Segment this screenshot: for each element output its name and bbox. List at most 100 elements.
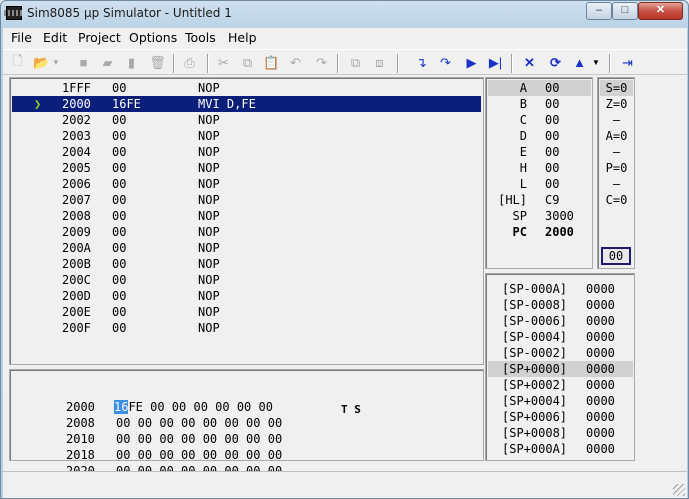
assemble-icon[interactable]: ▲ bbox=[571, 54, 588, 71]
code-row[interactable]: 2005 00 NOP bbox=[12, 160, 481, 176]
close-button[interactable]: ✕ bbox=[638, 2, 683, 20]
register-row-a[interactable]: A 00 bbox=[488, 80, 591, 96]
stack-row-current[interactable]: [SP+0000] 0000 bbox=[488, 361, 633, 377]
code-row[interactable]: 2002 00 NOP bbox=[12, 112, 481, 128]
menu-options[interactable]: Options bbox=[129, 30, 177, 45]
memory-row[interactable]: 2008 00 00 00 00 00 00 00 00 bbox=[12, 415, 481, 431]
delete-icon[interactable]: 🗑 bbox=[149, 54, 166, 71]
code-row[interactable]: 200F 00 NOP bbox=[12, 320, 481, 336]
register-row-hl[interactable]: [HL] C9 bbox=[488, 192, 591, 208]
stack-row[interactable]: [SP+000A] 0000 bbox=[488, 441, 633, 457]
stack-offset: [SP-0008] bbox=[502, 298, 568, 312]
copy-file-icon[interactable]: ▮ bbox=[123, 54, 140, 71]
code-row[interactable]: 2009 00 NOP bbox=[12, 224, 481, 240]
flag-carry[interactable]: C=0 bbox=[600, 192, 633, 208]
exit-icon[interactable]: ⇥ bbox=[619, 54, 636, 71]
register-row-e[interactable]: E 00 bbox=[488, 144, 591, 160]
code-row[interactable]: 200A 00 NOP bbox=[12, 240, 481, 256]
flag-sign[interactable]: S=0 bbox=[600, 80, 633, 96]
maximize-button[interactable]: □ bbox=[612, 2, 638, 20]
flag-zero[interactable]: Z=0 bbox=[600, 96, 633, 112]
stack-row[interactable]: [SP-0004] 0000 bbox=[488, 329, 633, 345]
code-row-selected[interactable]: ❯ 2000 16FE MVI D,FE bbox=[12, 96, 481, 112]
stack-row[interactable]: [SP+0004] 0000 bbox=[488, 393, 633, 409]
code-row[interactable]: 200D 00 NOP bbox=[12, 288, 481, 304]
flags-byte-value[interactable]: 00 bbox=[601, 247, 631, 265]
code-row[interactable]: 1FFF 00 NOP bbox=[12, 80, 481, 96]
step-into-icon[interactable]: ↴ bbox=[413, 54, 430, 71]
stack-row[interactable]: [SP+0006] 0000 bbox=[488, 409, 633, 425]
register-row-b[interactable]: B 00 bbox=[488, 96, 591, 112]
new-icon[interactable]: 🗋 bbox=[9, 53, 26, 71]
stack-row[interactable]: [SP-0002] 0000 bbox=[488, 345, 633, 361]
stack-row[interactable]: [SP+0008] 0000 bbox=[488, 425, 633, 441]
register-row-pc[interactable]: PC 2000 bbox=[488, 224, 591, 240]
code-row[interactable]: 2003 00 NOP bbox=[12, 128, 481, 144]
register-value: 00 bbox=[545, 145, 560, 159]
register-value: 00 bbox=[545, 97, 560, 111]
run-to-cursor-icon[interactable]: ▶| bbox=[487, 54, 504, 71]
memory-row[interactable]: 2000 16FE 00 00 00 00 00 00 bbox=[12, 399, 481, 415]
code-row[interactable]: 2007 00 NOP bbox=[12, 192, 481, 208]
stack-offset: [SP-0004] bbox=[502, 330, 568, 344]
run-icon[interactable]: ▶ bbox=[463, 54, 480, 71]
stack-row[interactable]: [SP-0006] 0000 bbox=[488, 313, 633, 329]
memory-cursor-byte[interactable]: 16 bbox=[114, 400, 129, 414]
title-bar[interactable]: Sim8085 μp Simulator - Untitled 1 – □ ✕ bbox=[1, 1, 688, 27]
paste-icon[interactable]: 📋 bbox=[263, 54, 280, 71]
toolbar-separator bbox=[397, 54, 399, 73]
copy-icon[interactable]: ⧉ bbox=[239, 54, 256, 71]
flag-aux-carry[interactable]: A=0 bbox=[600, 128, 633, 144]
register-row-sp[interactable]: SP 3000 bbox=[488, 208, 591, 224]
print-icon[interactable]: ⎙ bbox=[181, 54, 198, 71]
menu-tools[interactable]: Tools bbox=[185, 30, 216, 45]
stack-offset: [SP+0002] bbox=[502, 378, 568, 392]
find-icon[interactable]: ⧉ bbox=[347, 54, 364, 71]
open-icon[interactable]: 📂 bbox=[33, 54, 50, 71]
ts-label: T S bbox=[341, 403, 361, 416]
code-row[interactable]: 2004 00 NOP bbox=[12, 144, 481, 160]
code-row[interactable]: 200C 00 NOP bbox=[12, 272, 481, 288]
register-name: B bbox=[519, 97, 527, 111]
memory-row[interactable]: 2010 00 00 00 00 00 00 00 00 bbox=[12, 431, 481, 447]
menu-project[interactable]: Project bbox=[78, 30, 121, 45]
code-listing[interactable]: 1FFF 00 NOP ❯ 2000 16FE MVI D,FE 2002 00 NOP 20… bbox=[9, 77, 484, 365]
flag-parity[interactable]: P=0 bbox=[600, 160, 633, 176]
code-row[interactable]: 200E 00 NOP bbox=[12, 304, 481, 320]
stack-value: 0000 bbox=[586, 410, 615, 424]
stack-value: 0000 bbox=[586, 362, 615, 376]
minimize-button[interactable]: – bbox=[586, 2, 612, 20]
memory-dump[interactable]: 2000 16FE 00 00 00 00 00 00 2008 00 00 00 … bbox=[9, 369, 484, 478]
redo-icon[interactable]: ↷ bbox=[313, 54, 330, 71]
chevron-down-icon[interactable]: ▼ bbox=[51, 54, 61, 71]
menu-help[interactable]: Help bbox=[228, 30, 257, 45]
reset-icon[interactable]: ⟳ bbox=[547, 54, 564, 71]
chip-icon[interactable] bbox=[4, 6, 24, 20]
code-address: 2007 bbox=[62, 193, 91, 207]
resize-grip-icon[interactable] bbox=[673, 484, 685, 496]
stop-icon[interactable]: ✕ bbox=[521, 54, 538, 71]
code-row[interactable]: 2008 00 NOP bbox=[12, 208, 481, 224]
memory-row[interactable]: 2018 00 00 00 00 00 00 00 00 bbox=[12, 447, 481, 463]
save-all-icon[interactable]: ▰ bbox=[99, 54, 116, 71]
code-row[interactable]: 2006 00 NOP bbox=[12, 176, 481, 192]
save-icon[interactable]: ■ bbox=[75, 54, 92, 71]
register-row-l[interactable]: L 00 bbox=[488, 176, 591, 192]
stack-row[interactable]: [SP+0002] 0000 bbox=[488, 377, 633, 393]
code-address: 200C bbox=[62, 273, 91, 287]
stack-row[interactable]: [SP-0008] 0000 bbox=[488, 297, 633, 313]
menu-edit[interactable]: Edit bbox=[43, 30, 67, 45]
step-over-icon[interactable]: ↷ bbox=[437, 54, 454, 71]
stack-row[interactable]: [SP-000A] 0000 bbox=[488, 281, 633, 297]
code-row[interactable]: 200B 00 NOP bbox=[12, 256, 481, 272]
code-bytes: 00 bbox=[112, 321, 127, 335]
undo-icon[interactable]: ↶ bbox=[287, 54, 304, 71]
cut-icon[interactable]: ✂ bbox=[215, 54, 232, 71]
register-row-h[interactable]: H 00 bbox=[488, 160, 591, 176]
replace-icon[interactable]: ⧈ bbox=[371, 54, 388, 71]
chevron-down-icon[interactable]: ▼ bbox=[591, 54, 601, 71]
register-row-d[interactable]: D 00 bbox=[488, 128, 591, 144]
register-row-c[interactable]: C 00 bbox=[488, 112, 591, 128]
menu-file[interactable]: File bbox=[11, 30, 32, 45]
memory-byte-values: 00 00 00 00 00 00 00 00 bbox=[116, 448, 283, 462]
